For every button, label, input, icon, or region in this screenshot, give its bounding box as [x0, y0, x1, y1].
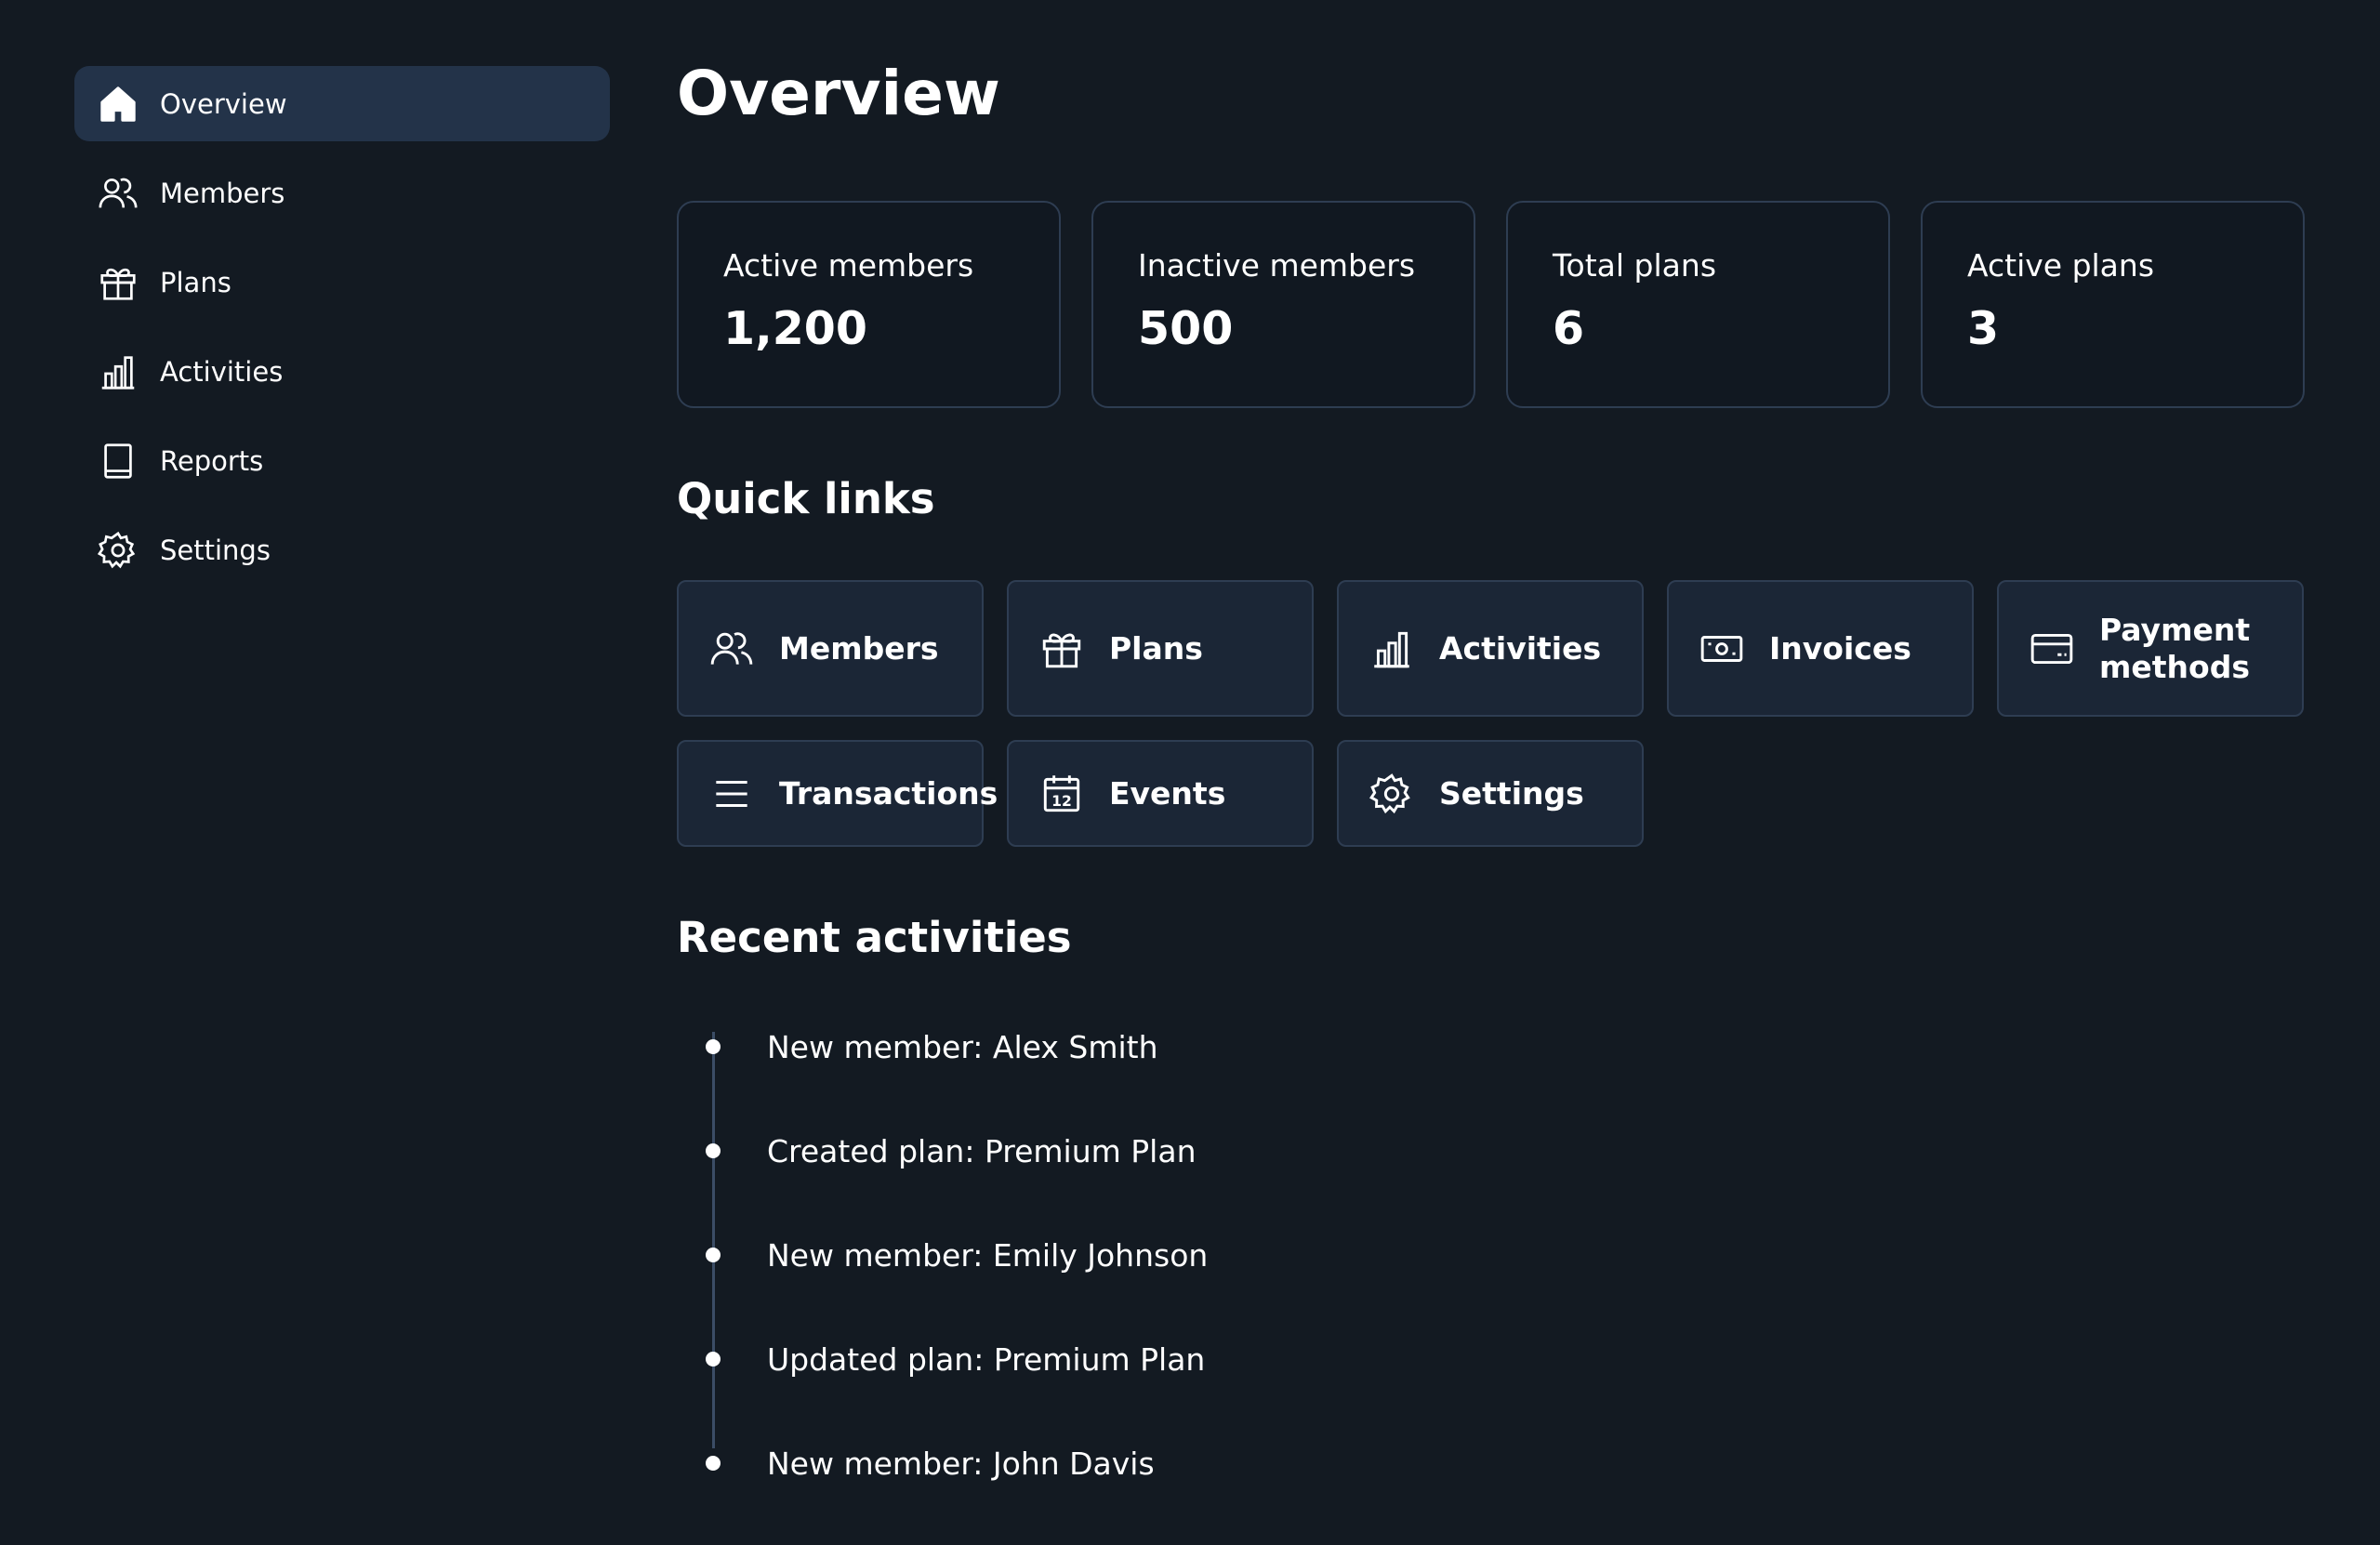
sidebar-item-members[interactable]: Members — [74, 155, 610, 231]
activity-item: Created plan: Premium Plan — [677, 1099, 1792, 1203]
sidebar-item-label: Reports — [160, 444, 264, 477]
activity-text: New member: Emily Johnson — [767, 1236, 1209, 1274]
book-icon — [97, 440, 139, 482]
stat-label: Inactive members — [1138, 247, 1416, 284]
activity-item: New member: Alex Smith — [677, 995, 1792, 1099]
stat-card-active-plans: Active plans 3 — [1921, 201, 2305, 408]
timeline-dot — [706, 1143, 721, 1158]
timeline-dot — [706, 1039, 721, 1054]
quick-link-label: Transactions — [779, 774, 998, 812]
stat-card-total-plans: Total plans 6 — [1506, 201, 1890, 408]
gift-icon — [1038, 626, 1085, 672]
sidebar-item-label: Members — [160, 177, 285, 209]
bar-chart-icon — [97, 350, 139, 393]
stat-card-inactive-members: Inactive members 500 — [1091, 201, 1475, 408]
sidebar-item-label: Activities — [160, 355, 284, 388]
quick-link-members[interactable]: Members — [677, 580, 984, 717]
sidebar-item-activities[interactable]: Activities — [74, 334, 610, 409]
gift-icon — [97, 261, 139, 304]
quick-link-settings[interactable]: Settings — [1337, 740, 1644, 847]
sidebar-item-label: Overview — [160, 87, 287, 120]
sidebar-item-label: Plans — [160, 266, 231, 298]
activity-text: Created plan: Premium Plan — [767, 1132, 1197, 1169]
sidebar-item-settings[interactable]: Settings — [74, 512, 610, 588]
quick-link-events[interactable]: 12 Events — [1007, 740, 1314, 847]
credit-card-icon — [2029, 626, 2075, 672]
bar-chart-icon — [1368, 626, 1415, 672]
sidebar-item-reports[interactable]: Reports — [74, 423, 610, 498]
stat-label: Total plans — [1553, 247, 1717, 284]
quick-link-invoices[interactable]: Invoices — [1667, 580, 1974, 717]
quick-link-label: Settings — [1439, 774, 1584, 812]
home-icon — [97, 83, 139, 125]
activity-text: New member: John Davis — [767, 1445, 1155, 1482]
banknote-icon — [1699, 626, 1745, 672]
stat-value: 3 — [1967, 302, 2000, 355]
sidebar: Overview Members Plans Activities Report… — [74, 66, 610, 601]
stat-value: 6 — [1553, 302, 1585, 355]
sidebar-item-plans[interactable]: Plans — [74, 244, 610, 320]
stat-value: 500 — [1138, 302, 1234, 355]
stat-card-active-members: Active members 1,200 — [677, 201, 1061, 408]
gear-icon — [97, 529, 139, 572]
calendar-icon: 12 — [1038, 771, 1085, 817]
svg-text:12: 12 — [1051, 792, 1072, 809]
activity-item: Updated plan: Premium Plan — [677, 1307, 1792, 1411]
quick-link-label: Invoices — [1769, 629, 1911, 667]
activity-text: New member: Alex Smith — [767, 1028, 1158, 1065]
quick-link-transactions[interactable]: Transactions — [677, 740, 998, 847]
gear-icon — [1368, 771, 1415, 817]
activity-item: New member: John Davis — [677, 1411, 1792, 1515]
list-icon — [708, 771, 755, 817]
timeline-dot — [706, 1248, 721, 1262]
users-icon — [97, 172, 139, 215]
quick-link-label: Plans — [1109, 629, 1203, 667]
recent-activities-title: Recent activities — [677, 913, 1072, 962]
quick-link-payment-methods[interactable]: Payment methods — [1997, 580, 2304, 717]
stats-row: Active members 1,200 Inactive members 50… — [677, 201, 2305, 408]
sidebar-item-label: Settings — [160, 534, 271, 566]
activity-item: New member: Emily Johnson — [677, 1203, 1792, 1307]
quick-link-label: Payment methods — [2099, 611, 2251, 685]
users-icon — [708, 626, 755, 672]
recent-activities-timeline: New member: Alex Smith Created plan: Pre… — [677, 995, 1792, 1515]
quick-link-label: Members — [779, 629, 939, 667]
timeline-dot — [706, 1456, 721, 1471]
sidebar-item-overview[interactable]: Overview — [74, 66, 610, 141]
quick-links: Members Plans Activities Invoices Paymen… — [677, 580, 2306, 847]
timeline-dot — [706, 1352, 721, 1367]
stat-value: 1,200 — [723, 302, 867, 355]
stat-label: Active members — [723, 247, 974, 284]
quick-link-activities[interactable]: Activities — [1337, 580, 1644, 717]
quick-link-label: Events — [1109, 774, 1226, 812]
activity-text: Updated plan: Premium Plan — [767, 1340, 1206, 1378]
quick-link-label: Activities — [1439, 629, 1602, 667]
stat-label: Active plans — [1967, 247, 2155, 284]
page-title: Overview — [677, 58, 1000, 129]
quick-links-title: Quick links — [677, 474, 935, 523]
quick-link-plans[interactable]: Plans — [1007, 580, 1314, 717]
